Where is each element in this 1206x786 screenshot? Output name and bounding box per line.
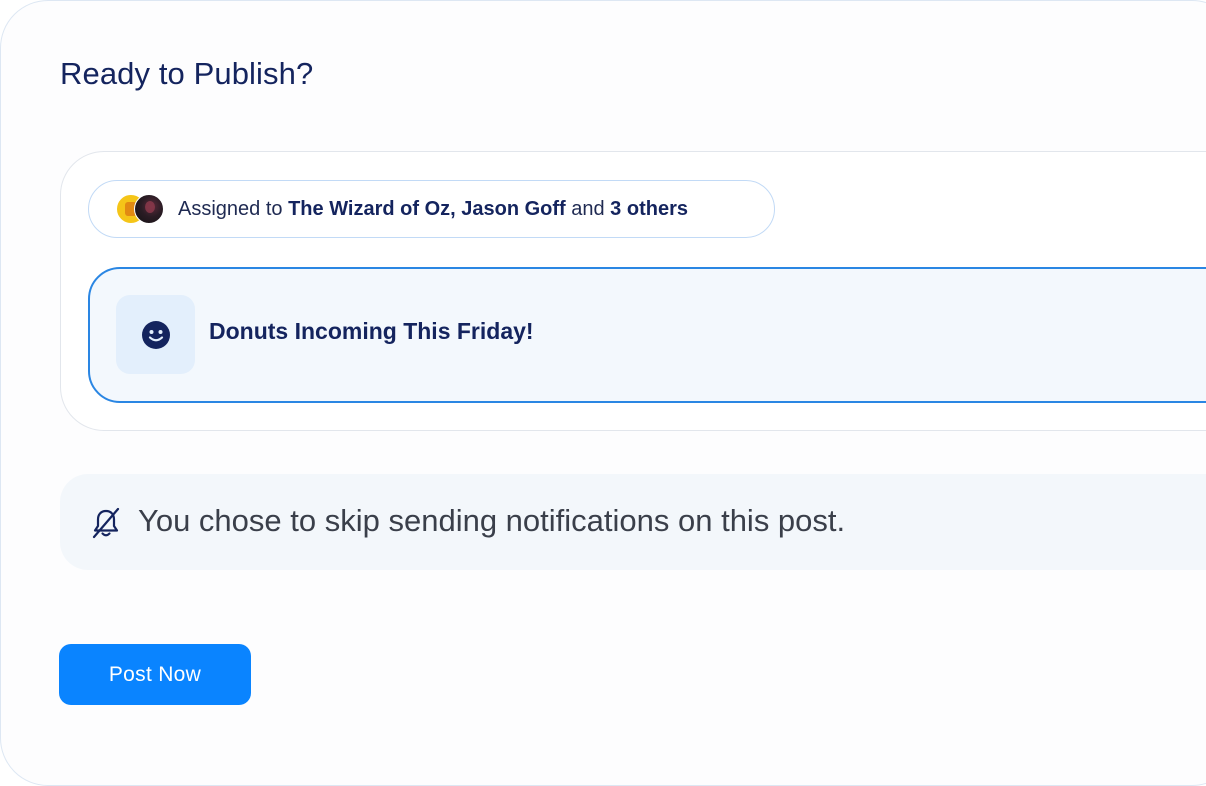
assignment-text: Assigned to The Wizard of Oz, Jason Goff… — [178, 198, 688, 221]
assignee-names: The Wizard of Oz, Jason Goff — [288, 197, 566, 220]
post-icon-tile — [116, 295, 195, 374]
notification-message: You chose to skip sending notifications … — [138, 503, 846, 538]
post-title: Donuts Incoming This Friday! — [209, 318, 534, 344]
assignment-conjunction: and — [565, 197, 611, 220]
assignment-others: 3 others — [610, 197, 688, 220]
assignment-pill[interactable]: Assigned to The Wizard of Oz, Jason Goff… — [88, 180, 775, 238]
assignment-prefix: Assigned to — [178, 197, 289, 220]
bell-off-icon — [92, 507, 120, 539]
avatar-stack — [116, 194, 164, 224]
post-now-button[interactable]: Post Now — [59, 644, 251, 705]
avatar — [134, 194, 164, 224]
page-title: Ready to Publish? — [60, 56, 314, 91]
publish-dialog: Ready to Publish? Assigned to The Wizard… — [0, 0, 1206, 786]
smiley-icon — [141, 320, 170, 349]
